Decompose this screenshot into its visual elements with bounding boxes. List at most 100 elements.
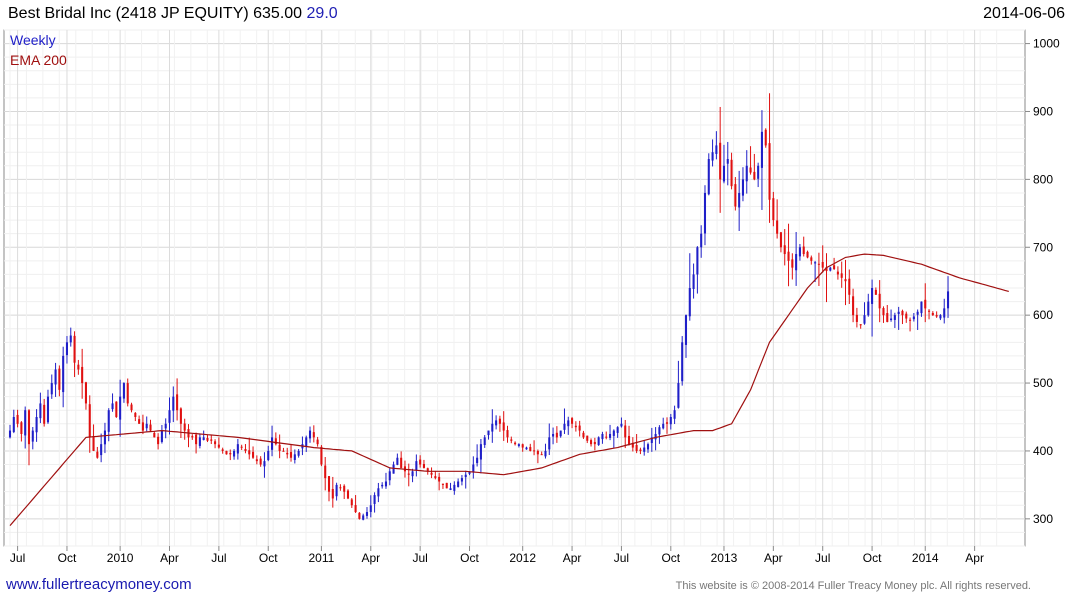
candle-body: [157, 436, 160, 445]
candle-body: [195, 434, 198, 445]
candle-body: [749, 167, 752, 173]
candle-body: [453, 484, 456, 491]
candle-body: [909, 319, 912, 321]
candle-body: [346, 490, 350, 499]
candle-body: [100, 444, 103, 456]
candle-body: [738, 192, 741, 208]
candle-body: [65, 342, 69, 356]
candle-body: [141, 422, 144, 431]
candle-body: [734, 184, 737, 207]
candle-body: [681, 342, 684, 382]
candle-body: [316, 439, 319, 445]
candle-body: [320, 446, 323, 465]
candle-body: [434, 476, 437, 479]
candle-body: [84, 382, 87, 404]
candle-body: [776, 220, 779, 234]
candle-body: [210, 439, 213, 441]
candle-body: [817, 263, 820, 265]
candle-body: [126, 383, 129, 404]
candle-body: [806, 251, 809, 258]
candle-body: [335, 484, 338, 497]
candle-body: [263, 461, 266, 467]
site-link[interactable]: www.fullertreacymoney.com: [6, 576, 192, 593]
y-tick-label: 700: [1033, 240, 1053, 254]
candle-body: [43, 404, 46, 424]
candle-body: [377, 488, 380, 497]
candle-body: [362, 515, 365, 520]
candle-body: [233, 450, 236, 457]
candle-body: [445, 482, 448, 489]
candle-body: [149, 424, 152, 431]
candle-body: [73, 335, 76, 363]
candle-body: [639, 449, 642, 451]
candle-body: [278, 444, 281, 451]
candle-body: [939, 315, 942, 319]
x-tick-label: Apr: [361, 551, 380, 565]
candle-body: [46, 396, 50, 423]
candle-body: [115, 401, 118, 417]
candle-body: [567, 420, 570, 427]
candle-body: [783, 245, 786, 255]
candle-body: [540, 454, 543, 456]
candle-body: [510, 439, 513, 441]
y-tick-label: 500: [1033, 376, 1053, 390]
candle-body: [392, 464, 395, 474]
x-tick-label: Apr: [160, 551, 179, 565]
candle-body: [760, 131, 763, 168]
candle-body: [240, 446, 243, 448]
candle-body: [464, 474, 467, 478]
x-tick-label: Jul: [10, 551, 25, 565]
candle-body: [635, 445, 638, 451]
candle-body: [707, 159, 710, 195]
candle-body: [472, 464, 475, 473]
candle-body: [935, 315, 938, 317]
candle-body: [388, 471, 391, 481]
candle-body: [590, 440, 593, 445]
x-tick-label: Jul: [412, 551, 427, 565]
candle-body: [563, 423, 566, 430]
candle-body: [795, 254, 798, 271]
candle-body: [787, 251, 790, 261]
candle-body: [77, 364, 80, 370]
candle-body: [646, 444, 650, 450]
candle-body: [202, 437, 205, 440]
candle-body: [39, 403, 42, 419]
candle-body: [229, 453, 232, 455]
candle-body: [855, 314, 858, 322]
candle-body: [810, 257, 813, 261]
candle-body: [703, 192, 707, 234]
candle-body: [525, 447, 528, 450]
candle-body: [483, 437, 486, 446]
candle-body: [449, 488, 452, 491]
candle-body: [521, 444, 524, 448]
candle-body: [757, 165, 760, 179]
candle-body: [168, 410, 171, 423]
candle-body: [415, 461, 418, 471]
x-tick-label: Oct: [259, 551, 278, 565]
candle-body: [552, 433, 555, 437]
candle-body: [179, 408, 182, 424]
candle-body: [27, 410, 31, 445]
candle-body: [502, 422, 505, 431]
candle-body: [700, 233, 703, 248]
candle-body: [411, 471, 414, 477]
candle-body: [381, 484, 384, 487]
candle-body: [282, 450, 285, 452]
candle-body: [863, 315, 866, 324]
candle-body: [624, 425, 627, 438]
candle-body: [582, 432, 585, 438]
candle-body: [924, 299, 927, 309]
candle-body: [289, 452, 293, 458]
candle-body: [183, 423, 186, 431]
candle-body: [274, 438, 277, 445]
candle-body: [768, 143, 771, 200]
candle-body: [692, 274, 695, 289]
candle-body: [259, 458, 262, 465]
candle-body: [69, 335, 72, 343]
candle-body: [859, 324, 862, 326]
candle-body: [236, 444, 239, 454]
candle-body: [814, 262, 817, 264]
candle-body: [164, 423, 167, 429]
candle-body: [890, 318, 893, 321]
candle-body: [612, 430, 615, 436]
